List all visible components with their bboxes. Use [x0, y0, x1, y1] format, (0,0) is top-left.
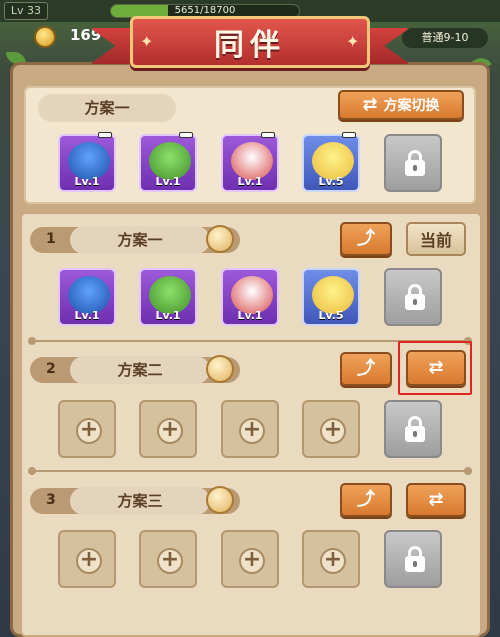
plus-icon: + [320, 418, 346, 444]
share-icon: ⤴ [357, 358, 375, 379]
plus-icon: + [76, 418, 102, 444]
scheme-2-number: 2 [46, 361, 56, 377]
scheme-1-number: 1 [46, 231, 56, 247]
plus-icon: + [239, 418, 265, 444]
hero-slot[interactable]: Lv.1 [139, 268, 197, 326]
scheme-1-current-button[interactable]: 当前 [406, 222, 466, 256]
hero-level: Lv.1 [74, 309, 100, 322]
divider [28, 467, 472, 475]
hero-slot[interactable]: Lv.1 [221, 132, 279, 192]
plus-icon: + [157, 418, 183, 444]
highlight-box [398, 341, 472, 395]
rename-feather-icon[interactable] [206, 486, 234, 514]
player-level: Lv 33 [4, 2, 48, 20]
empty-hero-slot[interactable]: + [302, 530, 360, 588]
locked-slot [384, 530, 442, 588]
remove-marker[interactable] [179, 132, 193, 138]
rename-feather-icon[interactable] [206, 225, 234, 253]
lock-icon-hole [413, 431, 417, 437]
empty-hero-slot[interactable]: + [221, 530, 279, 588]
scheme-2-name: 方案二 [70, 356, 210, 384]
scheme-1-name: 方案一 [70, 226, 210, 254]
scheme-1-share-button[interactable]: ⤴ [340, 222, 392, 256]
scheme-3-name: 方案三 [70, 487, 210, 515]
scheme-3-share-button[interactable]: ⤴ [340, 483, 392, 517]
remove-marker[interactable] [98, 132, 112, 138]
plus-icon: + [239, 548, 265, 574]
empty-hero-slot[interactable]: + [221, 400, 279, 458]
hero-slot[interactable]: Lv.5 [302, 132, 360, 192]
stage-label: 普通9-10 [402, 28, 488, 48]
empty-hero-slot[interactable]: + [139, 530, 197, 588]
hero-level: Lv.5 [318, 175, 344, 188]
swap-icon: ⇄ [362, 94, 378, 115]
hero-slot[interactable]: Lv.1 [139, 132, 197, 192]
plus-icon: + [76, 548, 102, 574]
remove-marker[interactable] [261, 132, 275, 138]
sparkle-icon: ✦ [140, 32, 154, 51]
scheme-switch-button[interactable]: ⇄ 方案切换 [338, 90, 464, 120]
page-title: 同伴 [214, 28, 286, 63]
hero-level: Lv.1 [155, 309, 181, 322]
share-icon: ⤴ [357, 228, 375, 249]
coin-icon [34, 26, 56, 48]
hero-level: Lv.1 [237, 175, 263, 188]
hero-level: Lv.1 [74, 175, 100, 188]
hero-level: Lv.1 [237, 309, 263, 322]
hero-slot[interactable]: Lv.1 [58, 268, 116, 326]
rename-feather-icon[interactable] [206, 355, 234, 383]
locked-slot [384, 400, 442, 458]
scheme-3-number: 3 [46, 492, 56, 508]
locked-slot [384, 268, 442, 326]
lock-icon-hole [413, 561, 417, 567]
empty-hero-slot[interactable]: + [139, 400, 197, 458]
empty-hero-slot[interactable]: + [302, 400, 360, 458]
empty-hero-slot[interactable]: + [58, 400, 116, 458]
lock-icon-hole [413, 165, 417, 171]
hero-level: Lv.5 [318, 309, 344, 322]
hero-slot[interactable]: Lv.5 [302, 268, 360, 326]
title-banner: 同伴 ✦ ✦ [90, 12, 410, 72]
remove-marker[interactable] [342, 132, 356, 138]
hero-slot[interactable]: Lv.1 [58, 132, 116, 192]
scheme-2-share-button[interactable]: ⤴ [340, 352, 392, 386]
share-icon: ⤴ [357, 489, 375, 510]
plus-icon: + [157, 548, 183, 574]
hero-level: Lv.1 [155, 175, 181, 188]
lock-icon-hole [413, 299, 417, 305]
plus-icon: + [320, 548, 346, 574]
sparkle-icon: ✦ [346, 32, 360, 51]
scheme-3-switch-button[interactable]: ⇄ [406, 483, 466, 517]
swap-icon: ⇄ [428, 489, 444, 510]
current-scheme-label: 方案一 [38, 94, 176, 122]
locked-slot [384, 134, 442, 192]
hero-slot[interactable]: Lv.1 [221, 268, 279, 326]
empty-hero-slot[interactable]: + [58, 530, 116, 588]
scheme-switch-label: 方案切换 [383, 98, 440, 114]
